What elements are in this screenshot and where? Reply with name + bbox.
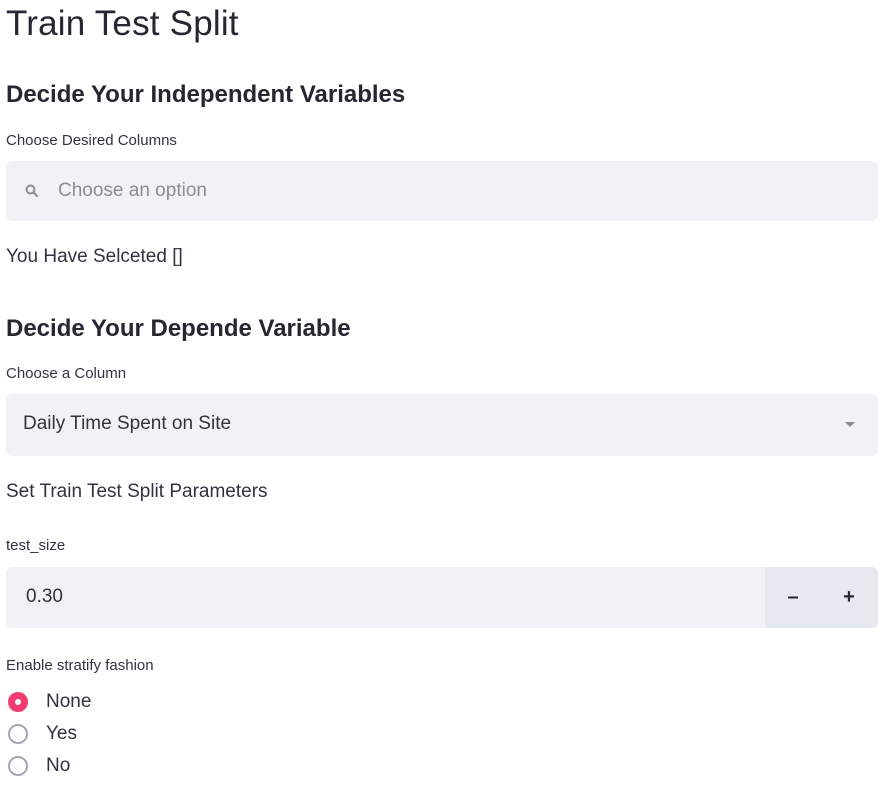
chevron-down-icon: [845, 422, 855, 427]
radio-unselected-icon[interactable]: [8, 724, 28, 744]
select-label: Choose a Column: [6, 365, 127, 382]
test-size-input[interactable]: 0.30 – +: [6, 567, 878, 628]
radio-unselected-icon[interactable]: [8, 756, 28, 776]
radio-label: No: [46, 755, 71, 776]
increment-button[interactable]: +: [821, 567, 877, 628]
multiselect-label: Choose Desired Columns: [6, 132, 177, 149]
test-size-value: 0.30: [26, 586, 63, 607]
dependent-heading: Decide Your Depende Variable: [6, 315, 351, 342]
radio-label: None: [46, 691, 92, 712]
independent-heading: Decide Your Independent Variables: [6, 81, 406, 108]
test-size-stepper: – +: [765, 567, 878, 628]
radio-option-yes[interactable]: Yes: [8, 720, 77, 748]
test-size-label: test_size: [6, 537, 66, 554]
radio-label: Yes: [46, 723, 77, 744]
columns-multiselect[interactable]: Choose an option: [6, 161, 878, 221]
radio-selected-icon[interactable]: [8, 692, 28, 712]
selected-columns-text: You Have Selceted []: [6, 246, 183, 267]
search-icon: [25, 184, 38, 197]
multiselect-placeholder: Choose an option: [58, 180, 207, 201]
page-title: Train Test Split: [6, 4, 239, 43]
radio-option-no[interactable]: No: [8, 752, 70, 780]
split-params-heading: Set Train Test Split Parameters: [6, 481, 268, 502]
stratify-label: Enable stratify fashion: [6, 657, 154, 674]
radio-option-none[interactable]: None: [8, 688, 91, 716]
decrement-button[interactable]: –: [765, 567, 821, 628]
dependent-column-select[interactable]: Daily Time Spent on Site: [6, 394, 878, 456]
select-value: Daily Time Spent on Site: [23, 413, 232, 434]
